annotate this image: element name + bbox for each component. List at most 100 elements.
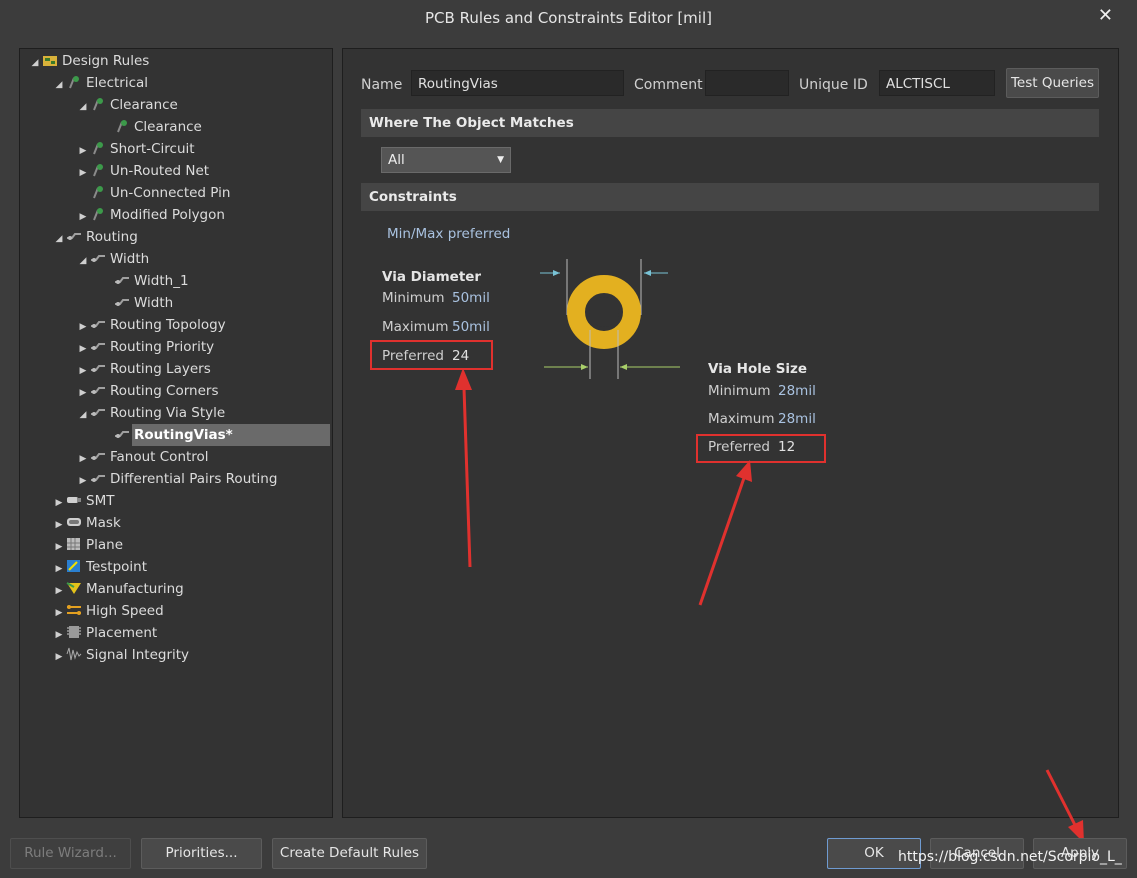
tree-node-label: Signal Integrity xyxy=(86,647,190,663)
tree-node-high-speed[interactable]: ▶ High Speed xyxy=(52,600,164,622)
constraint-mode[interactable]: Min/Max preferred xyxy=(387,226,510,242)
expand-arrow-icon[interactable]: ▶ xyxy=(52,602,66,624)
tree-node-design-rules[interactable]: ◢ Design Rules xyxy=(28,50,150,74)
expand-arrow-icon[interactable]: ▶ xyxy=(52,514,66,536)
tree-node-label: Differential Pairs Routing xyxy=(110,471,278,487)
name-label: Name xyxy=(361,77,403,93)
test-queries-button[interactable]: Test Queries xyxy=(1006,68,1099,98)
unique-id-label: Unique ID xyxy=(799,77,868,93)
tree-node-short-circuit[interactable]: ▶ Short-Circuit xyxy=(76,138,195,160)
tree-node-label: SMT xyxy=(86,493,115,509)
testpoint-icon xyxy=(66,558,82,572)
tree-node-label: Design Rules xyxy=(62,53,150,69)
expand-arrow-icon[interactable]: ▶ xyxy=(76,162,90,184)
where-header: Where The Object Matches xyxy=(361,109,1099,137)
tree-node-label: Un-Connected Pin xyxy=(110,185,231,201)
tree-node-electrical[interactable]: ◢ Electrical xyxy=(52,72,149,96)
close-icon[interactable]: ✕ xyxy=(1098,5,1113,26)
collapse-arrow-icon[interactable]: ◢ xyxy=(76,250,90,272)
window-title: PCB Rules and Constraints Editor [mil] xyxy=(425,9,712,27)
tree-node-differential-pairs-routing[interactable]: ▶ Differential Pairs Routing xyxy=(76,468,278,492)
constraints-header: Constraints xyxy=(361,183,1099,211)
tree-node-clearance[interactable]: Clearance xyxy=(100,116,202,138)
expand-arrow-icon[interactable]: ▶ xyxy=(76,316,90,338)
tree-node-un-routed-net[interactable]: ▶ Un-Routed Net xyxy=(76,160,210,184)
where-select[interactable]: All ▼ xyxy=(381,147,511,173)
manufacturing-icon xyxy=(66,580,82,594)
tree-node-routing-layers[interactable]: ▶ Routing Layers xyxy=(76,358,211,380)
chevron-down-icon: ▼ xyxy=(497,155,504,165)
tree-node-routing-topology[interactable]: ▶ Routing Topology xyxy=(76,314,226,336)
expand-arrow-icon[interactable]: ▶ xyxy=(52,646,66,668)
expand-arrow-icon[interactable]: ▶ xyxy=(76,360,90,382)
expand-arrow-icon[interactable]: ▶ xyxy=(52,492,66,514)
tree-node-plane[interactable]: ▶ Plane xyxy=(52,534,124,558)
electrical-icon xyxy=(90,140,106,155)
tree-node-label: Clearance xyxy=(110,97,178,113)
where-select-value: All xyxy=(388,152,405,168)
via-diameter-max-value[interactable]: 50mil xyxy=(452,319,490,335)
via-diameter-min-value[interactable]: 50mil xyxy=(452,290,490,306)
electrical-icon xyxy=(90,206,106,221)
via-diameter-title: Via Diameter xyxy=(382,269,482,285)
expand-arrow-icon[interactable]: ▶ xyxy=(76,382,90,404)
collapse-arrow-icon[interactable]: ◢ xyxy=(52,228,66,250)
via-hole-min-value[interactable]: 28mil xyxy=(778,383,816,399)
annotation-box-diameter-preferred xyxy=(370,340,493,370)
via-hole-max-label: Maximum xyxy=(708,411,775,427)
expand-arrow-icon[interactable]: ▶ xyxy=(52,580,66,602)
tree-node-label: Fanout Control xyxy=(110,449,209,465)
expand-arrow-icon[interactable]: ▶ xyxy=(52,624,66,646)
collapse-arrow-icon[interactable]: ◢ xyxy=(76,96,90,118)
expand-arrow-icon[interactable]: ▶ xyxy=(76,338,90,360)
routing-icon xyxy=(90,338,106,352)
routing-icon xyxy=(90,448,106,462)
electrical-icon xyxy=(114,118,130,133)
expand-arrow-icon[interactable]: ▶ xyxy=(52,558,66,580)
priorities-button[interactable]: Priorities... xyxy=(141,838,262,869)
comment-field[interactable] xyxy=(705,70,789,96)
tree-node-modified-polygon[interactable]: ▶ Modified Polygon xyxy=(76,204,225,226)
tree-node-label: Routing xyxy=(86,229,138,245)
expand-arrow-icon[interactable]: ▶ xyxy=(76,470,90,492)
unique-id-field[interactable]: ALCTISCL xyxy=(879,70,995,96)
tree-node-clearance[interactable]: ◢ Clearance xyxy=(76,94,178,116)
collapse-arrow-icon[interactable]: ◢ xyxy=(28,52,42,74)
tree-node-routing-priority[interactable]: ▶ Routing Priority xyxy=(76,336,215,360)
tree-node-un-connected-pin[interactable]: Un-Connected Pin xyxy=(76,182,230,204)
rule-wizard-button[interactable]: Rule Wizard... xyxy=(10,838,131,869)
expand-arrow-icon[interactable]: ▶ xyxy=(76,448,90,470)
tree-node-routing-corners[interactable]: ▶ Routing Corners xyxy=(76,380,219,402)
tree-node-label: Electrical xyxy=(86,75,149,91)
tree-node-placement[interactable]: ▶ Placement xyxy=(52,622,158,646)
tree-node-label: Mask xyxy=(86,515,121,531)
tree-node-width[interactable]: Width xyxy=(100,292,173,314)
expand-arrow-icon[interactable]: ▶ xyxy=(76,206,90,228)
routing-icon xyxy=(114,294,130,308)
high-speed-icon xyxy=(66,602,82,616)
watermark: https://blog.csdn.net/Scorpio_L_ xyxy=(898,849,1122,865)
rule-panel: Name RoutingVias Comment Unique ID ALCTI… xyxy=(342,48,1119,818)
tree-node-signal-integrity[interactable]: ▶ Signal Integrity xyxy=(52,644,190,668)
name-field[interactable]: RoutingVias xyxy=(411,70,624,96)
tree-node-label: Placement xyxy=(86,625,158,641)
collapse-arrow-icon[interactable]: ◢ xyxy=(52,74,66,96)
tree-node-routingvias[interactable]: RoutingVias* xyxy=(100,424,233,446)
tree-node-label: Manufacturing xyxy=(86,581,184,597)
routing-icon xyxy=(90,316,106,330)
tree-node-label: Width xyxy=(134,295,174,311)
tree-node-routing-via-style[interactable]: ◢ Routing Via Style xyxy=(76,402,226,426)
tree-node-fanout-control[interactable]: ▶ Fanout Control xyxy=(76,446,209,468)
via-hole-max-value[interactable]: 28mil xyxy=(778,411,816,427)
collapse-arrow-icon[interactable]: ◢ xyxy=(76,404,90,426)
tree-node-mask[interactable]: ▶ Mask xyxy=(52,512,121,534)
tree-node-width-1[interactable]: Width_1 xyxy=(100,270,189,292)
create-default-rules-button[interactable]: Create Default Rules xyxy=(272,838,427,869)
tree-node-manufacturing[interactable]: ▶ Manufacturing xyxy=(52,578,184,600)
expand-arrow-icon[interactable]: ▶ xyxy=(76,140,90,162)
tree-node-smt[interactable]: ▶ SMT xyxy=(52,490,115,514)
tree-node-width[interactable]: ◢ Width xyxy=(76,248,150,272)
tree-node-testpoint[interactable]: ▶ Testpoint xyxy=(52,556,147,578)
tree-node-routing[interactable]: ◢ Routing xyxy=(52,226,138,248)
expand-arrow-icon[interactable]: ▶ xyxy=(52,536,66,558)
